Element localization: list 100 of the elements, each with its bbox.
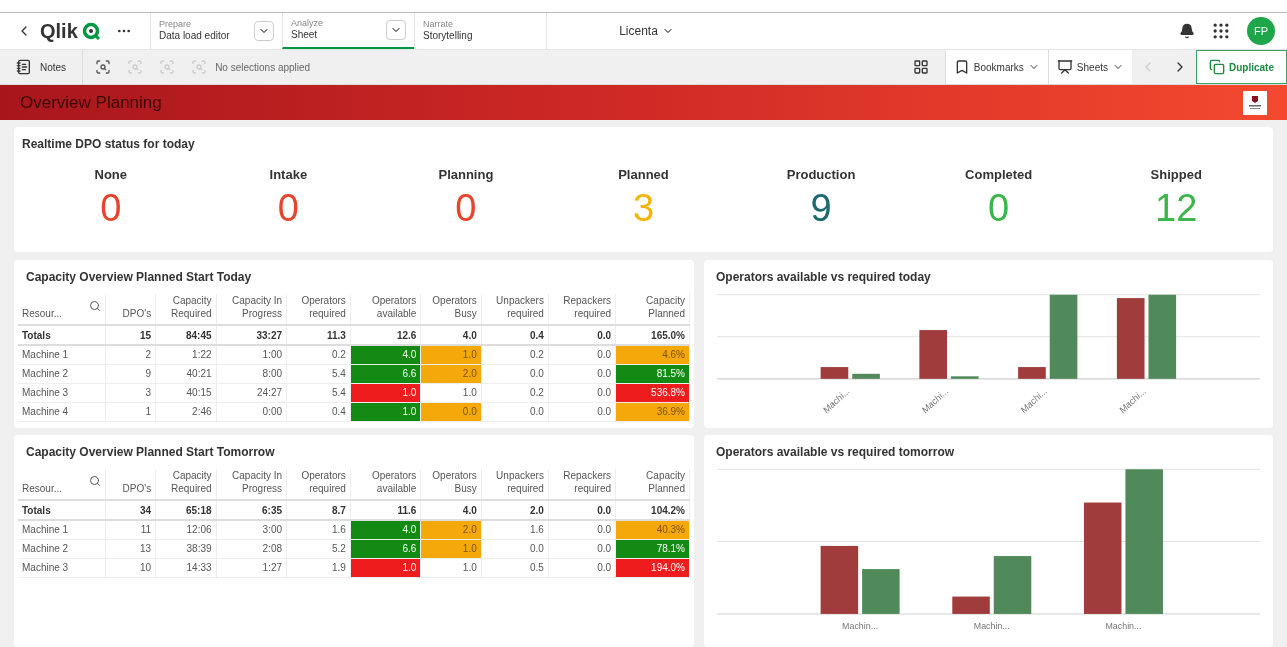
table-cell: 0.5 xyxy=(481,558,549,577)
column-header[interactable]: Operators Busy xyxy=(425,469,477,495)
totals-cell: 65:18 xyxy=(186,504,212,516)
table-cell: Machine 4 xyxy=(18,402,106,421)
table-cell: 1:27 xyxy=(216,558,287,577)
totals-cell: 84:45 xyxy=(186,329,212,341)
nav-label: Sheet xyxy=(291,29,319,42)
totals-cell: 104.2% xyxy=(651,504,685,516)
totals-cell: Totals xyxy=(22,504,51,516)
nav-label: Storytelling xyxy=(423,30,473,43)
crest-icon xyxy=(1243,90,1267,115)
chart-title: Operators available vs required tomorrow xyxy=(715,444,956,461)
table-cell: Machine 2 xyxy=(18,364,106,383)
kpi-label: Production xyxy=(786,166,856,184)
column-header[interactable]: Repackers required xyxy=(552,294,612,320)
notes-button[interactable]: Notes xyxy=(0,50,84,84)
column-header[interactable]: DPO's xyxy=(109,482,152,495)
nav-tab[interactable]: Narrate Storytelling xyxy=(414,13,546,49)
totals-cell: 11.6 xyxy=(397,504,417,516)
table-cell: 0.0 xyxy=(548,364,616,383)
table-cell: 14:33 xyxy=(155,558,217,577)
selections-text: No selections applied xyxy=(215,60,311,75)
logo: Qlik xyxy=(40,21,78,41)
table-cell: 0.0 xyxy=(481,402,549,421)
table-cell: 40:21 xyxy=(155,364,217,383)
table-cell: 0.0 xyxy=(548,345,616,364)
column-header[interactable]: Capacity In Progress xyxy=(220,294,283,320)
apps-grid-icon[interactable] xyxy=(1211,21,1231,41)
kpi-value: 0 xyxy=(988,185,1010,231)
table-cell: Machine 3 xyxy=(18,558,106,577)
table-cell: 2 xyxy=(105,345,156,364)
column-header[interactable]: Repackers required xyxy=(552,469,612,495)
column-header[interactable]: Operators required xyxy=(291,469,346,495)
table-title: Capacity Overview Planned Start Tomorrow xyxy=(25,444,276,461)
duplicate-button[interactable]: Duplicate xyxy=(1196,50,1287,84)
column-header[interactable]: DPO's xyxy=(109,307,152,320)
totals-cell: 34 xyxy=(140,504,152,516)
totals-cell: 2.0 xyxy=(530,504,544,516)
table-cell: 1.6 xyxy=(481,520,549,539)
dropdown-button[interactable] xyxy=(386,20,406,40)
table-cell: 1.0 xyxy=(420,383,482,402)
table-cell: 0.0 xyxy=(548,402,616,421)
kpi-value: 0 xyxy=(100,185,122,231)
nav-tab[interactable]: Prepare Data load editor xyxy=(150,13,282,49)
totals-cell: 0.0 xyxy=(597,329,612,341)
chart-title: Operators available vs required today xyxy=(715,269,932,286)
column-header[interactable]: Capacity Planned xyxy=(620,469,685,495)
table-cell: 12:06 xyxy=(155,520,217,539)
sheets-button[interactable]: Sheets xyxy=(1047,50,1132,84)
table-cell: 0.0 xyxy=(548,539,616,558)
totals-cell: 0.4 xyxy=(530,329,544,341)
column-header[interactable]: Operators required xyxy=(291,294,346,320)
kpi-label: Planned xyxy=(618,166,669,184)
column-header[interactable]: Capacity Required xyxy=(160,469,212,495)
grid-icon[interactable] xyxy=(912,59,929,75)
nav-caption: Prepare xyxy=(159,19,193,31)
dropdown-button[interactable] xyxy=(254,21,274,41)
column-header[interactable]: Unpackers required xyxy=(485,469,544,495)
totals-cell: 6:35 xyxy=(262,504,283,516)
totals-cell: 12.6 xyxy=(396,329,417,341)
table-cell: 5.4 xyxy=(286,383,351,402)
table-cell: Machine 3 xyxy=(18,383,106,402)
column-header[interactable]: Capacity Required xyxy=(160,294,212,320)
table-cell: 1 xyxy=(105,402,156,421)
kpi-card-title: Realtime DPO status for today xyxy=(22,136,196,153)
sheet-title: Overview Planning xyxy=(20,91,162,114)
notifications-icon[interactable] xyxy=(1179,23,1195,39)
column-header[interactable]: Operators available xyxy=(354,294,417,320)
app-name[interactable]: Licenta xyxy=(619,22,658,40)
presentation-icon xyxy=(1056,59,1073,75)
table-cell: 0.0 xyxy=(548,383,616,402)
table-cell: 2:08 xyxy=(216,539,287,558)
table-cell: 1:00 xyxy=(216,345,287,364)
column-header[interactable]: Resour... xyxy=(22,482,63,495)
copy-icon xyxy=(1209,59,1225,75)
nav-caption: Analyze xyxy=(291,18,324,30)
bookmarks-button[interactable]: Bookmarks xyxy=(944,50,1048,84)
kpi-value: 0 xyxy=(455,185,477,231)
totals-cell: 8.7 xyxy=(331,504,346,516)
nav-caption: Narrate xyxy=(423,19,454,31)
table-cell: 0.2 xyxy=(481,383,549,402)
search-icon[interactable] xyxy=(88,300,101,312)
column-header[interactable]: Operators available xyxy=(354,469,417,495)
column-header[interactable]: Unpackers required xyxy=(485,294,544,320)
column-header[interactable]: Operators Busy xyxy=(425,294,477,320)
totals-cell: 4.0 xyxy=(462,329,477,341)
smart-search-icon[interactable] xyxy=(95,59,112,75)
table-cell: 0.2 xyxy=(481,345,549,364)
table-cell: 1:22 xyxy=(155,345,217,364)
column-header[interactable]: Capacity In Progress xyxy=(220,469,283,495)
table-cell: 3 xyxy=(105,383,156,402)
column-header[interactable]: Capacity Planned xyxy=(620,294,685,320)
kpi-label: None xyxy=(94,166,128,184)
table-cell: 2:46 xyxy=(155,402,217,421)
search-icon[interactable] xyxy=(88,475,101,487)
table-cell: 3:00 xyxy=(216,520,287,539)
totals-cell: 0.0 xyxy=(597,504,612,516)
column-header[interactable]: Resour... xyxy=(22,307,63,320)
logo-icon xyxy=(81,22,100,40)
kpi-value: 12 xyxy=(1155,185,1198,231)
